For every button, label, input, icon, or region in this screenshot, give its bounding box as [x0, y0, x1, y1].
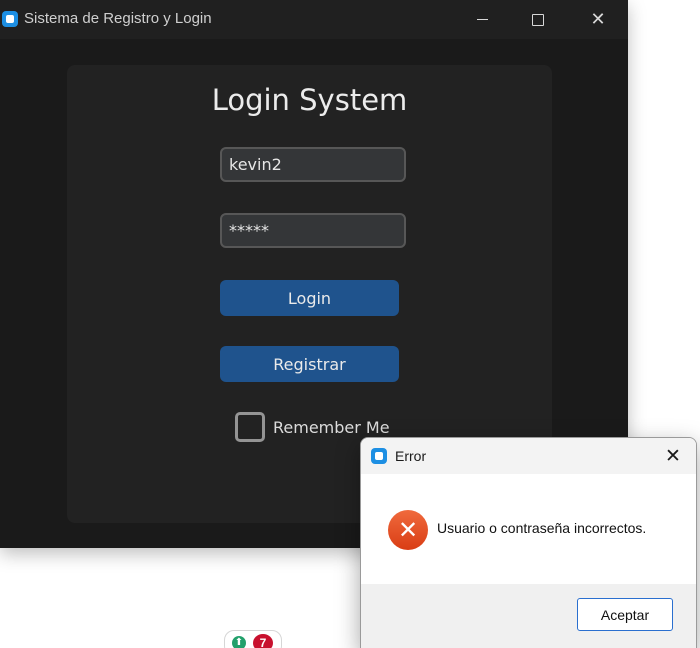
dialog-title: Error [395, 448, 427, 464]
remember-checkbox[interactable] [235, 412, 265, 442]
register-button[interactable]: Registrar [220, 346, 399, 382]
app-icon [2, 11, 18, 27]
close-icon: ✕ [590, 8, 606, 30]
maximize-button[interactable] [508, 0, 568, 39]
close-icon: ✕ [665, 445, 681, 467]
login-button[interactable]: Login [220, 280, 399, 316]
remember-label: Remember Me [273, 417, 390, 437]
dialog-body: ✕ Usuario o contraseña incorrectos. [361, 474, 696, 584]
dialog-footer: Aceptar [361, 584, 696, 648]
minimize-icon [476, 19, 488, 20]
minimize-button[interactable] [452, 0, 512, 39]
dialog-close-button[interactable]: ✕ [650, 438, 696, 474]
dialog-titlebar: Error ✕ [361, 438, 696, 474]
arrow-up-icon: ⬆ [232, 636, 246, 648]
close-button[interactable]: ✕ [568, 0, 628, 39]
app-icon [371, 448, 387, 464]
accept-button[interactable]: Aceptar [577, 598, 673, 631]
tray-badges: ⬆ 7 [224, 630, 282, 648]
main-titlebar: Sistema de Registro y Login ✕ [0, 0, 628, 39]
error-dialog: Error ✕ ✕ Usuario o contraseña incorrect… [360, 437, 697, 648]
notification-badge: 7 [253, 634, 273, 648]
page-title: Login System [211, 83, 408, 117]
maximize-icon [532, 13, 544, 26]
password-input[interactable]: ***** [220, 213, 406, 248]
error-icon: ✕ [388, 510, 428, 550]
error-message: Usuario o contraseña incorrectos. [437, 520, 647, 536]
window-title: Sistema de Registro y Login [24, 10, 212, 27]
username-input[interactable]: kevin2 [220, 147, 406, 182]
